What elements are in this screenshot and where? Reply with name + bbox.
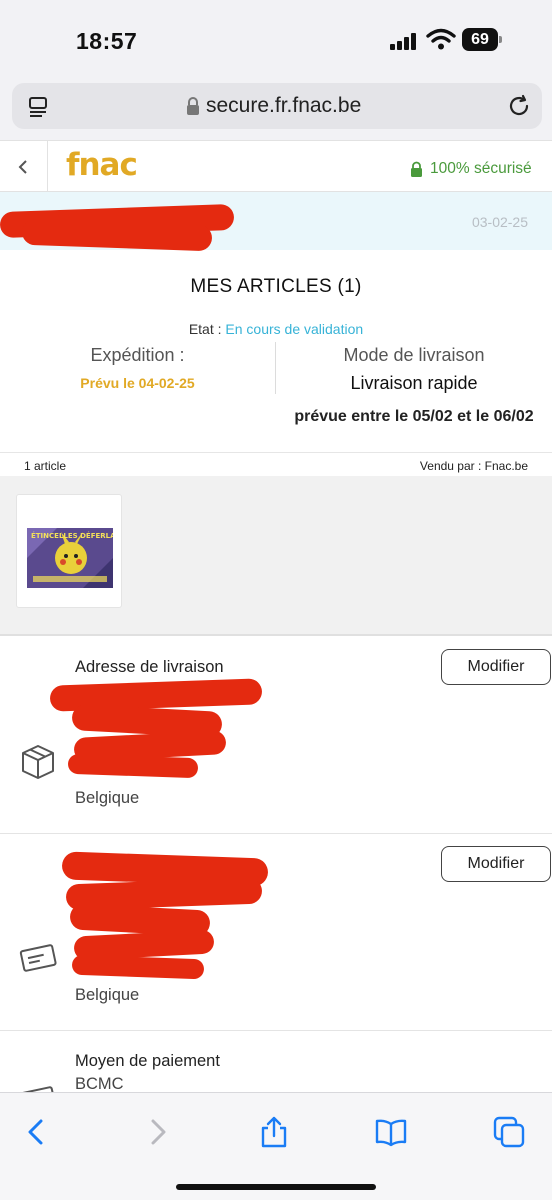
article-list: ÉTINCELLES DÉFERLANTES <box>0 476 552 636</box>
share-icon[interactable] <box>257 1115 291 1149</box>
signal-icon <box>390 32 420 50</box>
redaction <box>71 954 205 980</box>
lock-icon <box>187 97 199 115</box>
modify-shipping-button[interactable]: Modifier <box>441 649 551 685</box>
order-date: 03-02-25 <box>471 214 528 230</box>
payment-method: BCMC <box>75 1075 124 1092</box>
status-time: 18:57 <box>76 28 138 54</box>
tabs-icon[interactable] <box>492 1115 526 1149</box>
web-page: fnac 100% sécurisé 03-02-25 MES ARTICLES… <box>0 140 552 1092</box>
battery-level: 69 <box>462 28 498 51</box>
product-thumbnail[interactable]: ÉTINCELLES DÉFERLANTES <box>16 494 122 608</box>
chevron-left-icon <box>18 160 27 174</box>
back-button[interactable] <box>0 141 48 193</box>
billing-country: Belgique <box>75 986 140 1004</box>
back-icon[interactable] <box>20 1115 54 1149</box>
envelope-icon <box>19 944 57 972</box>
status-bar: 18:57 69 <box>0 0 552 80</box>
delivery-mode-label: Mode de livraison <box>343 345 485 365</box>
status-value: En cours de validation <box>225 321 364 337</box>
vendor-label: Vendu par : Fnac.be <box>419 459 528 473</box>
home-indicator[interactable] <box>176 1184 376 1190</box>
articles-title: MES ARTICLES (1) <box>190 276 362 297</box>
product-image[interactable]: ÉTINCELLES DÉFERLANTES <box>27 528 113 588</box>
bookmarks-icon[interactable] <box>374 1115 408 1149</box>
package-icon <box>22 745 54 779</box>
article-count: 1 article <box>24 459 67 473</box>
order-status: Etat : En cours de validation <box>0 321 552 337</box>
reload-icon[interactable] <box>506 93 532 119</box>
payment-section: Moyen de paiement BCMC <box>0 1032 552 1092</box>
secure-lock-icon <box>411 161 422 177</box>
site-header: fnac 100% sécurisé <box>0 140 552 193</box>
article-bar: 1 article Vendu par : Fnac.be <box>0 452 552 476</box>
payment-title: Moyen de paiement <box>75 1052 220 1070</box>
reader-icon[interactable] <box>26 94 50 118</box>
redaction <box>67 753 199 779</box>
delivery-column: Mode de livraison Livraison rapide <box>276 345 552 394</box>
billing-address-section: Modifier Belgique <box>0 835 552 1031</box>
shipping-address-section: Adresse de livraison Modifier Belgique <box>0 638 552 834</box>
shipping-country: Belgique <box>75 789 140 807</box>
forward-icon[interactable] <box>140 1115 174 1149</box>
fnac-logo[interactable]: fnac <box>66 147 138 183</box>
url-text[interactable]: secure.fr.fnac.be <box>206 94 361 118</box>
product-box-text: ÉTINCELLES DÉFERLANTES <box>31 531 113 540</box>
wifi-icon <box>426 28 456 50</box>
expedition-date: Prévu le 04-02-25 <box>80 375 195 391</box>
card-icon <box>19 1086 57 1092</box>
url-bar[interactable]: secure.fr.fnac.be <box>12 83 542 129</box>
shipping-title: Adresse de livraison <box>75 658 224 676</box>
battery-icon: 69 <box>462 28 502 51</box>
secure-label: 100% sécurisé <box>430 160 532 177</box>
modify-billing-button[interactable]: Modifier <box>441 846 551 882</box>
expedition-column: Expédition : Prévu le 04-02-25 <box>0 345 275 391</box>
delivery-window: prévue entre le 05/02 et le 06/02 <box>294 408 534 425</box>
expedition-label: Expédition : <box>90 345 185 365</box>
status-label: Etat : <box>188 321 222 337</box>
delivery-mode-value: Livraison rapide <box>350 373 478 393</box>
